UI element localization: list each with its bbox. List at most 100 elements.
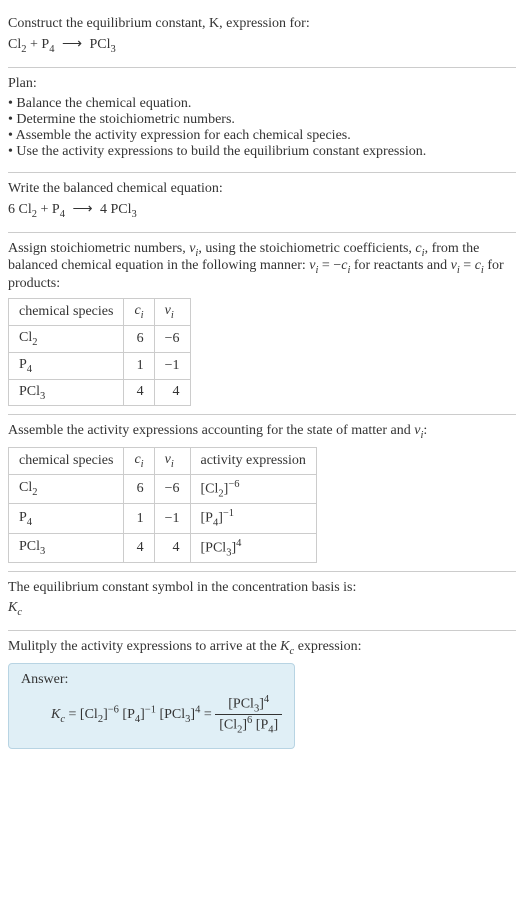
balanced-section: Write the balanced chemical equation: 6 … <box>8 173 516 233</box>
balanced-heading: Write the balanced chemical equation: <box>8 181 516 197</box>
text: Mulitply the activity expressions to arr… <box>8 639 280 654</box>
text: = <box>460 258 475 273</box>
exp: −6 <box>228 479 239 490</box>
cell-activity: [P4]−1 <box>190 504 316 533</box>
answer-equation: Kc = [Cl2]−6 [P4]−1 [PCl3]4 = [PCl3]4[Cl… <box>21 694 282 736</box>
K: K <box>51 707 60 722</box>
coeff: 6 <box>8 202 19 217</box>
answer-label: Answer: <box>21 672 282 688</box>
species: Cl <box>19 202 32 217</box>
table-header-row: chemical species ci νi activity expressi… <box>9 448 317 475</box>
symbol-section: The equilibrium constant symbol in the c… <box>8 572 516 631</box>
fraction: [PCl3]4[Cl2]6 [P4] <box>215 694 282 736</box>
sub: 3 <box>40 390 45 401</box>
subscript: 4 <box>49 44 54 55</box>
plan-section: Plan: Balance the chemical equation. Det… <box>8 68 516 173</box>
cell-species: PCl3 <box>9 533 124 562</box>
cell-nu: −6 <box>154 474 190 503</box>
sp: PCl <box>19 384 40 399</box>
arrow-icon: ⟶ <box>72 201 92 218</box>
species: PCl <box>111 202 132 217</box>
exp: 4 <box>236 538 241 549</box>
symbol-text: The equilibrium constant symbol in the c… <box>8 580 516 596</box>
unbalanced-equation: Cl2 + P4 ⟶ PCl3 <box>8 36 516 55</box>
text: , using the stoichiometric coefficients, <box>198 241 415 256</box>
base: [Cl <box>201 482 219 497</box>
sub: i <box>171 459 174 470</box>
cell-species: P4 <box>9 352 124 379</box>
base: [P <box>201 511 213 526</box>
denominator: [Cl2]6 [P4] <box>215 715 282 735</box>
col-nu: νi <box>154 448 190 475</box>
cell-c: 6 <box>124 474 154 503</box>
sub: c <box>17 607 22 618</box>
numerator: [PCl3]4 <box>215 694 282 715</box>
term: [PCl <box>159 707 185 722</box>
species: PCl <box>90 37 111 52</box>
table-row: Cl2 6 −6 <box>9 325 191 352</box>
table-row: P4 1 −1 <box>9 352 191 379</box>
balanced-equation: 6 Cl2 + P4 ⟶ 4 PCl3 <box>8 201 516 220</box>
plan-item: Assemble the activity expression for eac… <box>8 128 516 144</box>
sub: i <box>171 310 174 321</box>
plus: + <box>37 202 52 217</box>
eq: = <box>65 707 80 722</box>
text: : <box>423 423 427 438</box>
species: Cl <box>8 37 21 52</box>
text: = − <box>318 258 341 273</box>
sp: Cl <box>19 330 32 345</box>
sub: i <box>141 310 144 321</box>
answer-section: Mulitply the activity expressions to arr… <box>8 631 516 757</box>
base: [PCl <box>201 541 227 556</box>
subscript: 4 <box>60 209 65 220</box>
col-activity: activity expression <box>190 448 316 475</box>
cell-activity: [Cl2]−6 <box>190 474 316 503</box>
text: for reactants and <box>350 258 450 273</box>
prompt-text: Construct the equilibrium constant, K, e… <box>8 16 310 31</box>
sp: PCl <box>19 539 40 554</box>
exp: 4 <box>264 694 269 705</box>
text: Assign stoichiometric numbers, <box>8 241 189 256</box>
coeff: 4 <box>100 202 111 217</box>
exp: −1 <box>145 704 156 715</box>
K: K <box>8 600 17 615</box>
subscript: 3 <box>132 209 137 220</box>
term: [PCl <box>228 697 254 712</box>
cell-species: Cl2 <box>9 325 124 352</box>
sp: P <box>19 357 27 372</box>
term: [P <box>122 707 134 722</box>
cell-c: 4 <box>124 379 154 406</box>
cell-c: 1 <box>124 504 154 533</box>
cell-species: Cl2 <box>9 474 124 503</box>
cell-activity: [PCl3]4 <box>190 533 316 562</box>
activity-table: chemical species ci νi activity expressi… <box>8 447 317 563</box>
table-row: PCl3 4 4 [PCl3]4 <box>9 533 317 562</box>
sub: 3 <box>40 546 45 557</box>
text: expression: <box>294 639 361 654</box>
eq: = <box>200 707 215 722</box>
table-row: Cl2 6 −6 [Cl2]−6 <box>9 474 317 503</box>
table-header-row: chemical species ci νi <box>9 299 191 326</box>
cell-nu: −1 <box>154 504 190 533</box>
col-species: chemical species <box>9 448 124 475</box>
table-row: PCl3 4 4 <box>9 379 191 406</box>
activity-heading: Assemble the activity expressions accoun… <box>8 423 516 441</box>
subscript: 3 <box>111 44 116 55</box>
sub: i <box>141 459 144 470</box>
term: [P <box>256 718 268 733</box>
sub: 4 <box>27 364 32 375</box>
cell-species: P4 <box>9 504 124 533</box>
multiply-text: Mulitply the activity expressions to arr… <box>8 639 516 657</box>
cell-c: 4 <box>124 533 154 562</box>
stoich-section: Assign stoichiometric numbers, νi, using… <box>8 233 516 416</box>
col-c: ci <box>124 299 154 326</box>
cell-c: 6 <box>124 325 154 352</box>
prompt-line: Construct the equilibrium constant, K, e… <box>8 16 516 32</box>
col-species: chemical species <box>9 299 124 326</box>
close: ] <box>273 718 278 733</box>
cell-nu: 4 <box>154 533 190 562</box>
sub: 2 <box>32 487 37 498</box>
symbol-eq: Kc <box>8 600 516 618</box>
cell-species: PCl3 <box>9 379 124 406</box>
plan-item: Use the activity expressions to build th… <box>8 144 516 160</box>
